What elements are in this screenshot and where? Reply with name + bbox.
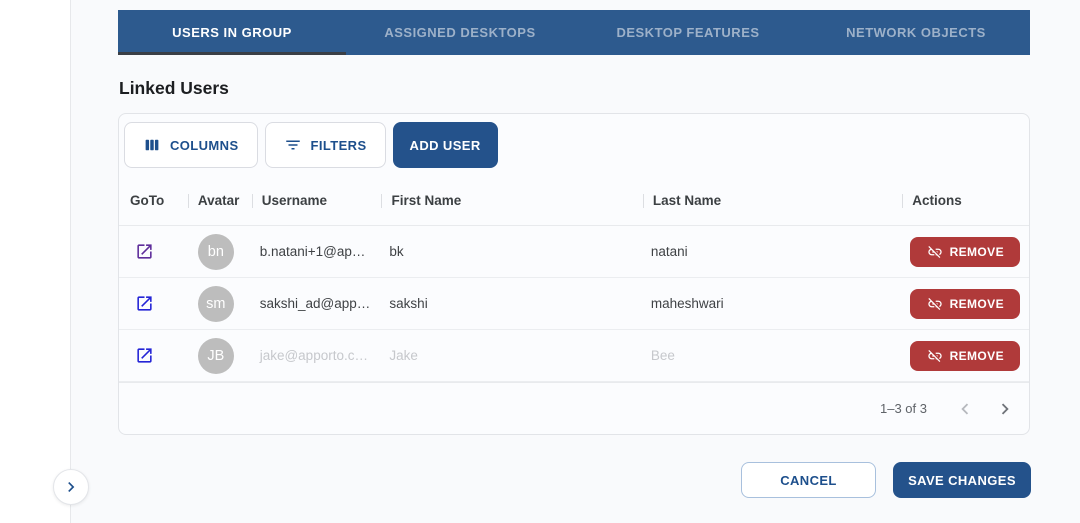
link-off-icon — [927, 296, 943, 312]
columns-button[interactable]: COLUMNS — [124, 122, 258, 168]
header-actions: Actions — [902, 176, 1029, 225]
add-user-button[interactable]: ADD USER — [392, 122, 498, 168]
column-separator — [642, 193, 644, 208]
column-separator — [251, 193, 253, 208]
linked-users-card: COLUMNS FILTERS ADD USER GoTo Avatar Use… — [118, 113, 1030, 435]
username-cell: jake@apporto.c… — [259, 348, 368, 363]
avatar: JB — [197, 337, 234, 374]
sidebar-expand-button[interactable] — [53, 469, 89, 505]
save-changes-button-label: SAVE CHANGES — [908, 472, 1016, 488]
username-cell: sakshi_ad@app… — [259, 296, 371, 311]
actions-cell: REMOVE — [902, 340, 1029, 371]
filters-button[interactable]: FILTERS — [264, 122, 386, 168]
grid-toolbar: COLUMNS FILTERS ADD USER — [124, 122, 498, 168]
open-in-new-icon[interactable] — [134, 294, 154, 314]
username-cell: b.natani+1@ap… — [259, 244, 366, 259]
filters-button-label: FILTERS — [310, 137, 367, 153]
remove-user-button[interactable]: REMOVE — [910, 340, 1021, 371]
tab-users-in-group[interactable]: USERS IN GROUP — [118, 10, 346, 55]
first-name-cell: sakshi — [389, 296, 428, 311]
filter-icon — [284, 136, 302, 154]
page-title: Linked Users — [119, 78, 229, 98]
avatar-cell: JB — [188, 337, 252, 374]
tab-label: USERS IN GROUP — [172, 25, 292, 40]
save-changes-button[interactable]: SAVE CHANGES — [893, 462, 1031, 498]
link-off-icon — [927, 244, 943, 260]
header-label: Last Name — [652, 193, 722, 208]
tab-assigned-desktops[interactable]: ASSIGNED DESKTOPS — [346, 10, 574, 55]
open-in-new-icon[interactable] — [134, 242, 154, 262]
last-name-cell: Bee — [650, 348, 675, 363]
active-tab-indicator — [118, 52, 346, 55]
grid-pagination: 1–3 of 3 — [119, 382, 1029, 434]
cancel-button-label: CANCEL — [780, 472, 837, 488]
remove-user-button[interactable]: REMOVE — [910, 236, 1021, 267]
remove-button-label: REMOVE — [949, 348, 1004, 363]
table-row[interactable]: JB jake@apporto.c… Jake Bee REMOVE — [119, 330, 1029, 382]
group-settings-screen: USERS IN GROUP ASSIGNED DESKTOPS DESKTOP… — [0, 0, 1080, 523]
avatar-cell: bn — [188, 233, 252, 270]
header-first-name: First Name — [381, 176, 642, 225]
header-label: GoTo — [130, 193, 165, 208]
table-row[interactable]: sm sakshi_ad@app… sakshi maheshwari REMO… — [119, 278, 1029, 330]
columns-button-label: COLUMNS — [170, 137, 239, 153]
header-last-name: Last Name — [642, 176, 902, 225]
header-label: Avatar — [197, 193, 240, 208]
left-panel — [0, 0, 70, 523]
header-label: Username — [261, 193, 328, 208]
open-in-new-icon[interactable] — [134, 346, 154, 366]
columns-icon — [143, 136, 161, 154]
last-name-cell: natani — [650, 244, 688, 259]
column-separator — [902, 193, 904, 208]
tab-label: ASSIGNED DESKTOPS — [384, 25, 536, 40]
remove-button-label: REMOVE — [949, 296, 1004, 311]
add-user-button-label: ADD USER — [409, 137, 481, 153]
chevron-right-icon — [61, 477, 81, 497]
actions-cell: REMOVE — [902, 288, 1029, 319]
tab-bar: USERS IN GROUP ASSIGNED DESKTOPS DESKTOP… — [118, 10, 1030, 55]
chevron-left-icon[interactable] — [953, 397, 977, 421]
header-username: Username — [251, 176, 382, 225]
tab-network-objects[interactable]: NETWORK OBJECTS — [802, 10, 1030, 55]
panel-divider — [70, 0, 71, 523]
link-off-icon — [927, 348, 943, 364]
remove-user-button[interactable]: REMOVE — [910, 288, 1021, 319]
column-separator — [381, 193, 383, 208]
tab-desktop-features[interactable]: DESKTOP FEATURES — [574, 10, 802, 55]
tab-label: NETWORK OBJECTS — [846, 25, 986, 40]
goto-cell — [119, 294, 188, 314]
header-goto: GoTo — [119, 176, 188, 225]
avatar: bn — [197, 233, 234, 270]
pagination-range-label: 1–3 of 3 — [880, 401, 927, 416]
cancel-button[interactable]: CANCEL — [741, 462, 876, 498]
header-label: First Name — [391, 193, 462, 208]
column-separator — [187, 193, 189, 208]
remove-button-label: REMOVE — [949, 244, 1004, 259]
avatar-cell: sm — [188, 285, 252, 322]
header-label: Actions — [912, 193, 962, 208]
grid-header-row: GoTo Avatar Username First Name Last Nam… — [119, 176, 1029, 226]
goto-cell — [119, 346, 188, 366]
tab-label: DESKTOP FEATURES — [616, 25, 760, 40]
table-row[interactable]: bn b.natani+1@ap… bk natani REMOVE — [119, 226, 1029, 278]
first-name-cell: Jake — [389, 348, 418, 363]
last-name-cell: maheshwari — [650, 296, 724, 311]
goto-cell — [119, 242, 188, 262]
avatar: sm — [197, 285, 234, 322]
first-name-cell: bk — [389, 244, 404, 259]
actions-cell: REMOVE — [902, 236, 1029, 267]
header-avatar: Avatar — [187, 176, 252, 225]
chevron-right-icon[interactable] — [993, 397, 1017, 421]
